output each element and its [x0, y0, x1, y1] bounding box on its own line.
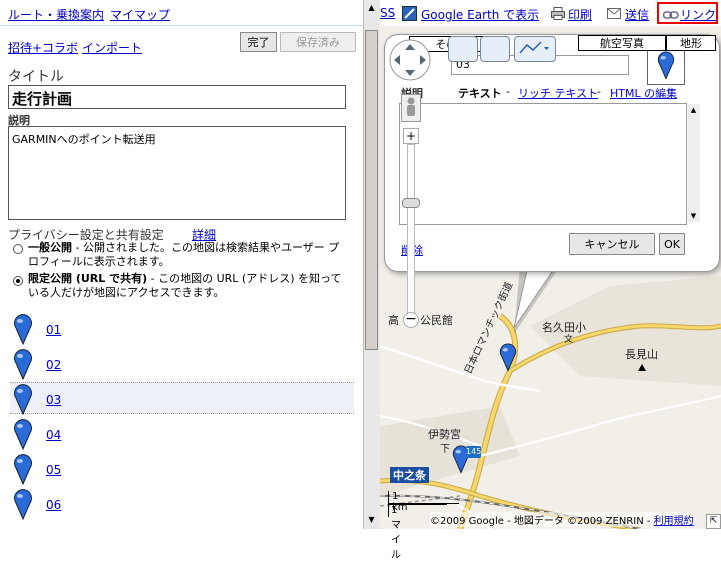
invite-collaborate-link[interactable]: 招待+コラボ: [8, 39, 78, 56]
blue-pin-icon: [12, 418, 34, 453]
print-link[interactable]: 印刷: [568, 6, 592, 23]
blue-pin-icon: [12, 313, 34, 348]
description-value: GARMINへのポイント転送用: [12, 133, 156, 146]
google-earth-icon: [402, 6, 417, 21]
tab-edit-html[interactable]: HTML の編集: [610, 85, 677, 101]
placemark-row[interactable]: 01: [10, 313, 354, 346]
placemark-edit-window: 03 説明 テキスト - リッチ テキスト - HTML の編集 ▲ ▼ 削除 …: [384, 34, 720, 272]
map-copyright: ©2009 Google - 地図データ ©2009 ZENRIN - 利用規約: [430, 512, 694, 527]
unlisted-option-text: 限定公開 (URL で共有) - この地図の URL (アドレス) を知っている…: [28, 272, 348, 300]
copyright-text: ©2009 Google - 地図データ ©2009 ZENRIN -: [430, 516, 654, 527]
info-window-tail: [513, 266, 560, 334]
ok-button[interactable]: OK: [659, 233, 685, 255]
scrollbar-thumb[interactable]: [365, 30, 378, 350]
blue-pin-icon: [12, 488, 34, 523]
station-label-nakanojo: 中之条: [390, 467, 429, 483]
google-earth-link[interactable]: Google Earth で表示: [421, 6, 539, 23]
scroll-down-arrow-icon[interactable]: ▼: [687, 210, 700, 222]
placemark-link[interactable]: 02: [46, 358, 61, 372]
chain-link-icon: [662, 9, 679, 23]
top-toolbar: ルート・乗換案内 マイマップ « SS Google Earth で表示 印刷 …: [0, 0, 721, 26]
street-view-pegman-icon[interactable]: [401, 94, 421, 122]
placemark-tool-button[interactable]: [480, 36, 510, 62]
textarea-scrollbar[interactable]: ▲ ▼: [686, 104, 700, 222]
polyline-icon: [519, 41, 549, 54]
tab-rich-text[interactable]: リッチ テキスト: [518, 85, 598, 101]
my-maps-link[interactable]: マイマップ: [110, 6, 170, 23]
description-textarea[interactable]: GARMINへのポイント転送用: [8, 126, 346, 220]
placemark-link[interactable]: 06: [46, 498, 61, 512]
public-option-text: 一般公開 - 公開されました。この地図は検索結果やユーザー プロフィールに表示さ…: [28, 241, 348, 269]
unlisted-radio[interactable]: [13, 276, 23, 286]
import-link[interactable]: インポート: [82, 39, 142, 56]
rss-link[interactable]: SS: [380, 6, 395, 20]
map-pin-icon[interactable]: [498, 342, 518, 375]
route-145-badge: 145: [466, 446, 482, 458]
map-label-isemiya-sub: 下: [440, 444, 450, 455]
placemark-link[interactable]: 05: [46, 463, 61, 477]
placemark-row[interactable]: 05: [10, 453, 354, 486]
route-transit-link[interactable]: ルート・乗換案内: [8, 6, 104, 23]
placemark-row[interactable]: 06: [10, 488, 354, 521]
saved-button: 保存済み: [280, 32, 356, 52]
zoom-out-button[interactable]: −: [403, 312, 419, 328]
map-type-satellite-button[interactable]: 航空写真: [578, 35, 666, 51]
link-link[interactable]: リンク: [680, 6, 716, 23]
placemark-description-textarea[interactable]: ▲ ▼: [399, 103, 700, 225]
zoom-in-button[interactable]: +: [403, 128, 419, 144]
public-radio[interactable]: [13, 244, 23, 254]
tab-separator: -: [506, 85, 510, 98]
scroll-down-arrow-icon[interactable]: ▼: [365, 513, 378, 527]
zoom-slider-track[interactable]: [407, 144, 415, 318]
zoom-slider-thumb[interactable]: [402, 198, 420, 208]
tab-separator: -: [597, 85, 601, 98]
map-label-kominkan-head: 高: [388, 314, 399, 327]
blue-pin-icon: [12, 453, 34, 488]
public-option-bold: 一般公開: [28, 241, 72, 254]
placemark-row[interactable]: 04: [10, 418, 354, 451]
blue-pin-icon: [12, 348, 34, 383]
scroll-up-arrow-icon[interactable]: ▲: [365, 1, 378, 15]
title-input[interactable]: 走行計画: [8, 85, 346, 109]
my-map-edit-panel: 招待+コラボ インポート 完了 保存済み タイトル 走行計画 説明 GARMIN…: [0, 26, 363, 529]
placemark-link[interactable]: 04: [46, 428, 61, 442]
blue-pin-icon: [656, 50, 676, 83]
send-mail-icon: [607, 8, 621, 22]
unlisted-option-bold: 限定公開 (URL で共有): [28, 272, 148, 285]
terms-of-use-link[interactable]: 利用規約: [654, 516, 694, 527]
placemark-row-selected[interactable]: 03: [10, 382, 354, 416]
placemark-row[interactable]: 02: [10, 348, 354, 381]
done-button[interactable]: 完了: [240, 32, 277, 52]
line-tool-button[interactable]: [514, 36, 556, 62]
map-type-terrain-button[interactable]: 地形: [666, 35, 716, 51]
panel-scrollbar[interactable]: ▲ ▼: [363, 0, 380, 529]
placemark-icon-button[interactable]: [647, 47, 685, 85]
tab-plain-text[interactable]: テキスト: [458, 85, 502, 101]
cancel-button[interactable]: キャンセル: [569, 233, 655, 255]
map-resize-corner-icon[interactable]: ⇱: [706, 514, 721, 529]
send-link[interactable]: 送信: [625, 6, 649, 23]
scroll-up-arrow-icon[interactable]: ▲: [687, 104, 700, 116]
title-label: タイトル: [8, 69, 64, 85]
pan-compass-icon[interactable]: [388, 38, 432, 82]
public-option-desc: - 公開されました。この地図は検索結果やユーザー プロフィールに表示されます。: [28, 241, 340, 268]
scale-mile-label: 1 マイル: [391, 505, 401, 561]
blue-pin-icon: [12, 383, 34, 418]
placemark-link[interactable]: 01: [46, 323, 61, 337]
map-label-kominkan: 公民館: [420, 314, 453, 327]
print-icon: [551, 7, 565, 23]
hand-tool-button[interactable]: [448, 36, 478, 62]
placemark-link[interactable]: 03: [46, 393, 61, 407]
title-input-value: 走行計画: [12, 90, 73, 108]
mountain-peak-icon: [638, 360, 646, 374]
